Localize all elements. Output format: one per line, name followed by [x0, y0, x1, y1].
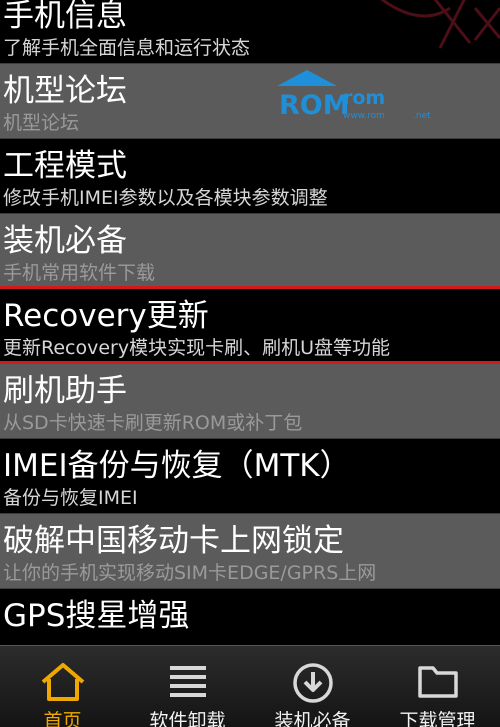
tab-essentials[interactable]: 装机必备 — [250, 646, 375, 727]
menu-item-title: Recovery更新 — [3, 298, 209, 334]
bottom-tab-bar: 首页 软件卸载 装机必备 下载管理 — [0, 645, 500, 727]
menu-item-title: 装机必备 — [3, 223, 127, 259]
folder-icon — [417, 666, 458, 698]
list-icon — [169, 666, 206, 697]
tab-home[interactable]: 首页 — [0, 646, 125, 727]
menu-item-desc: 让你的手机实现移动SIM卡EDGE/GPRS上网 — [3, 562, 377, 584]
menu-item-title: IMEI备份与恢复（MTK） — [3, 448, 351, 484]
menu-item-title: 工程模式 — [3, 148, 127, 184]
menu-item-title: 机型论坛 — [3, 73, 127, 109]
tab-uninstall[interactable]: 软件卸载 — [125, 646, 250, 727]
app-screen: 手机信息 了解手机全面信息和运行状态 机型论坛 机型论坛 工程模式 修改手机IM… — [0, 0, 500, 727]
menu-item-title: GPS搜星增强 — [3, 598, 190, 634]
menu-item-flash-assistant[interactable]: 刷机助手 从SD卡快速卡刷更新ROM或补丁包 — [0, 364, 500, 439]
menu-item-unlock-network[interactable]: 破解中国移动卡上网锁定 让你的手机实现移动SIM卡EDGE/GPRS上网 — [0, 514, 500, 589]
logo-url-right: .net — [413, 111, 431, 121]
menu-item-desc: 修改手机IMEI参数以及各模块参数调整 — [3, 187, 328, 209]
menu-item-desc: 更新Recovery模块实现卡刷、刷机U盘等功能 — [3, 337, 391, 359]
menu-item-title: 破解中国移动卡上网锁定 — [3, 523, 344, 559]
tab-label: 下载管理 — [399, 710, 476, 727]
home-icon — [41, 663, 84, 701]
menu-item-desc: 了解手机全面信息和运行状态 — [3, 37, 251, 59]
logo-text-left: ROM — [279, 90, 350, 121]
menu-item-desc: 从SD卡快速卡刷更新ROM或补丁包 — [3, 412, 303, 434]
tab-downloads[interactable]: 下载管理 — [375, 646, 500, 727]
menu-item-essential-apps[interactable]: 装机必备 手机常用软件下载 — [0, 214, 500, 289]
menu-item-title: 刷机助手 — [3, 373, 127, 409]
menu-item-title: 手机信息 — [3, 0, 127, 34]
menu-item-desc: 手机常用软件下载 — [3, 262, 156, 284]
download-icon — [292, 663, 333, 703]
menu-item-desc: 备份与恢复IMEI — [3, 487, 138, 509]
logo-text-right: rom — [343, 87, 385, 109]
tab-label: 装机必备 — [274, 710, 351, 727]
tab-label: 首页 — [43, 710, 82, 727]
watermark-scribble — [380, 0, 500, 49]
logo-url-left: www.rom — [343, 111, 385, 121]
menu-item-engineering-mode[interactable]: 工程模式 修改手机IMEI参数以及各模块参数调整 — [0, 139, 500, 214]
menu-item-recovery-update[interactable]: Recovery更新 更新Recovery模块实现卡刷、刷机U盘等功能 — [0, 289, 500, 364]
menu-item-desc: 机型论坛 — [3, 112, 80, 134]
tab-label: 软件卸载 — [149, 710, 226, 727]
rom-logo-watermark: ROM rom www.rom .net — [277, 70, 431, 121]
menu-item-imei-backup[interactable]: IMEI备份与恢复（MTK） 备份与恢复IMEI — [0, 439, 500, 514]
